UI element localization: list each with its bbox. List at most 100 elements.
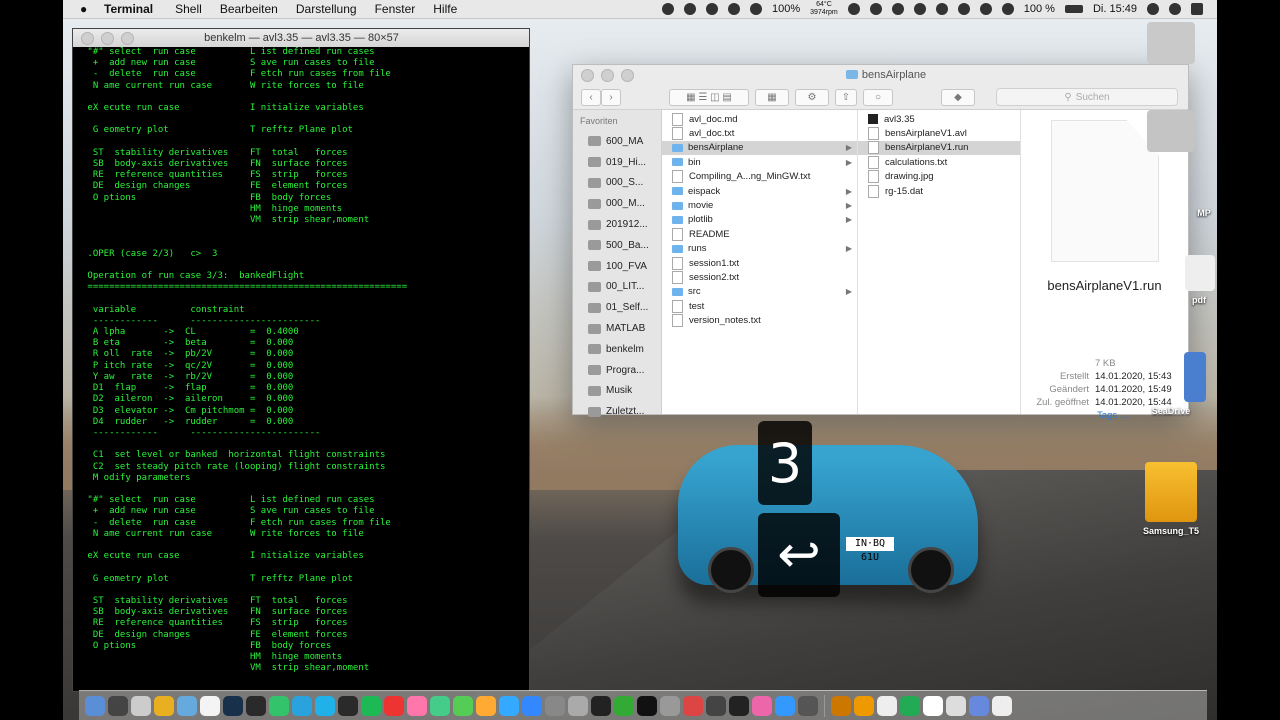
list-item[interactable]: avl_doc.txt [662, 126, 857, 141]
list-item[interactable]: session2.txt [662, 270, 857, 284]
sidebar-item[interactable]: 100_FVA [573, 256, 661, 277]
close-button[interactable] [581, 68, 594, 82]
list-item[interactable]: plotlib ▶ [662, 213, 857, 227]
list-item[interactable]: runs ▶ [662, 242, 857, 256]
dock-app-icon[interactable] [729, 696, 749, 716]
eye-icon[interactable] [847, 3, 860, 15]
dock-app-icon[interactable] [591, 696, 611, 716]
dock-app-icon[interactable] [775, 696, 795, 716]
dock-app-icon[interactable] [223, 696, 243, 716]
search-icon[interactable] [1147, 3, 1159, 15]
list-item[interactable]: README [662, 227, 857, 241]
sidebar-item[interactable]: 201912... [573, 214, 661, 235]
dock-app-icon[interactable] [407, 696, 427, 716]
menu-bearbeiten[interactable]: Bearbeiten [220, 2, 278, 16]
dock-app-icon[interactable] [752, 696, 772, 716]
dropbox-toolbar-icon[interactable]: ◆ [941, 88, 975, 106]
list-item[interactable]: movie ▶ [662, 198, 857, 212]
dock-app-icon[interactable] [969, 696, 989, 716]
dock-app-icon[interactable] [854, 696, 874, 716]
desktop-disk-top[interactable] [1136, 22, 1206, 68]
dock-app-icon[interactable] [200, 696, 220, 716]
menu-darstellung[interactable]: Darstellung [296, 2, 357, 16]
dock-app-icon[interactable] [476, 696, 496, 716]
list-item[interactable]: rg-15.dat [858, 184, 1020, 198]
dock-app-icon[interactable] [246, 696, 266, 716]
notification-center-icon[interactable] [1191, 3, 1203, 15]
dock-app-icon[interactable] [361, 696, 381, 716]
cloud-icon[interactable] [727, 3, 740, 15]
sidebar-item[interactable]: Zuletzt... [573, 401, 661, 422]
list-item[interactable]: version_notes.txt [662, 313, 857, 328]
dock-app-icon[interactable] [946, 696, 966, 716]
dock-app-icon[interactable] [637, 696, 657, 716]
minimize-button[interactable] [601, 68, 614, 82]
list-item[interactable]: test [662, 299, 857, 313]
dock-app-icon[interactable] [131, 696, 151, 716]
tags-button[interactable]: ○ [863, 88, 893, 106]
dock-app-icon[interactable] [522, 696, 542, 716]
sidebar-item[interactable]: 000_S... [573, 173, 661, 194]
gmail-icon[interactable] [913, 3, 926, 15]
list-item[interactable]: eispack ▶ [662, 184, 857, 198]
wifi-icon[interactable] [1001, 3, 1014, 15]
sidebar-item[interactable]: MATLAB [573, 318, 661, 339]
sidebar-item[interactable]: 000_M... [573, 193, 661, 214]
dropbox-icon[interactable] [869, 3, 882, 15]
finder-window[interactable]: bensAirplane ‹ › ▦ ☰ ◫ ▤ ▦ ⚙ ⇧ ○ ◆ ⚲ Suc… [572, 64, 1189, 421]
forward-button[interactable]: › [601, 88, 621, 106]
record-icon[interactable] [683, 3, 696, 15]
zoom-button[interactable] [621, 68, 634, 82]
list-item[interactable]: calculations.txt [858, 155, 1020, 169]
dock-app-icon[interactable] [877, 696, 897, 716]
dock-app-icon[interactable] [660, 696, 680, 716]
search-field[interactable]: ⚲ Suchen [996, 88, 1178, 106]
dock-app-icon[interactable] [384, 696, 404, 716]
dock-app-icon[interactable] [292, 696, 312, 716]
dock-app-icon[interactable] [706, 696, 726, 716]
menu-shell[interactable]: Shell [175, 2, 202, 16]
battery-percent-main[interactable]: 100 % [1024, 3, 1055, 15]
action-gear-icon[interactable]: ⚙ [795, 88, 829, 106]
desktop-samsung-t5[interactable]: Samsung_T5 [1136, 462, 1206, 536]
dock-app-icon[interactable] [499, 696, 519, 716]
menu-hilfe[interactable]: Hilfe [433, 2, 457, 16]
temp-readout[interactable]: 64°C 3974rpm [810, 1, 838, 17]
view-mode-buttons[interactable]: ▦ ☰ ◫ ▤ [669, 88, 749, 106]
terminal-window[interactable]: benkelm — avl3.35 — avl3.35 — 80×57 "#" … [72, 28, 530, 692]
share-icon[interactable]: ⇧ [835, 88, 857, 106]
menu-fenster[interactable]: Fenster [375, 2, 416, 16]
sidebar-item[interactable]: 600_MA [573, 131, 661, 152]
terminal-titlebar[interactable]: benkelm — avl3.35 — avl3.35 — 80×57 [73, 29, 529, 47]
terminal-output[interactable]: "#" select run case L ist defined run ca… [73, 47, 529, 691]
group-button[interactable]: ▦ [755, 88, 789, 106]
apple-icon[interactable]: ● [80, 2, 94, 16]
dock-app-icon[interactable] [108, 696, 128, 716]
telegram-icon[interactable] [705, 3, 718, 15]
dock-app-icon[interactable] [992, 696, 1012, 716]
clock[interactable]: Di. 15:49 [1093, 3, 1137, 15]
sidebar-item[interactable]: Progra... [573, 360, 661, 381]
dock-app-icon[interactable] [614, 696, 634, 716]
dock-app-icon[interactable] [315, 696, 335, 716]
dock-app-icon[interactable] [338, 696, 358, 716]
list-item[interactable]: bensAirplaneV1.avl [858, 126, 1020, 141]
desktop-partial-1[interactable]: MP [1189, 208, 1217, 218]
dock-app-icon[interactable] [923, 696, 943, 716]
dock-app-icon[interactable] [269, 696, 289, 716]
list-item[interactable]: Compiling_A...ng_MinGW.txt [662, 170, 857, 184]
finder-titlebar[interactable]: bensAirplane [573, 65, 1188, 85]
desktop-partial-2[interactable]: pdf [1181, 255, 1217, 305]
list-item[interactable]: avl_doc.md [662, 112, 857, 126]
dock-app-icon[interactable] [831, 696, 851, 716]
sidebar-item[interactable]: Musik [573, 381, 661, 402]
list-item[interactable]: drawing.jpg [858, 170, 1020, 184]
battery-icon[interactable] [749, 3, 762, 15]
dock-app-icon[interactable] [85, 696, 105, 716]
dock-app-icon[interactable] [154, 696, 174, 716]
dock-app-icon[interactable] [683, 696, 703, 716]
dock-app-icon[interactable] [430, 696, 450, 716]
minimize-button[interactable] [101, 31, 114, 45]
sidebar-item[interactable]: 00_LIT... [573, 277, 661, 298]
list-item[interactable]: bensAirplaneV1.run [858, 140, 1020, 156]
